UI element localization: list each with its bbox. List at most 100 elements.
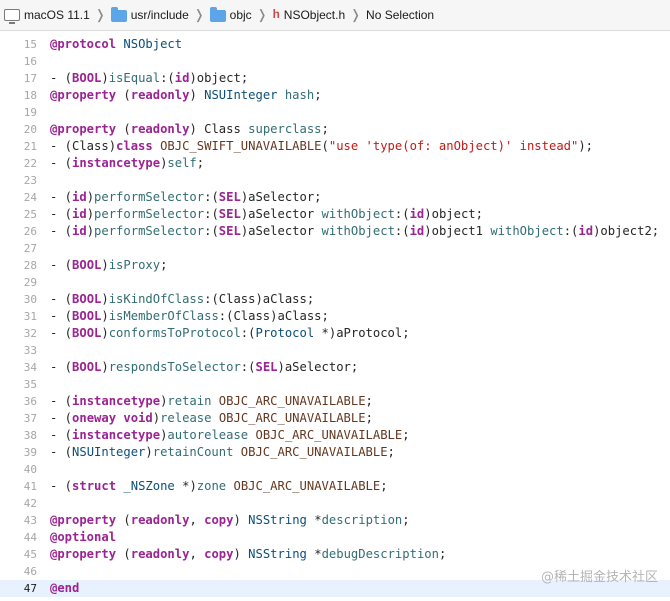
code-token: autorelease [167,428,249,442]
code-token: ) [101,360,109,374]
code-token: )aSelector; [240,190,322,204]
code-token: ; [402,428,410,442]
code-editor[interactable]: 15 @protocol NSObject 16 17- (BOOL)isEqual:… [0,32,670,601]
breadcrumb-label: No Selection [366,8,435,22]
code-line[interactable]: 42 [0,495,670,512]
code-token: void [123,411,153,425]
code-token: oneway [72,411,117,425]
breadcrumb-item[interactable]: No Selection [366,8,434,22]
code-token: isProxy [108,258,161,272]
code-line[interactable]: 21 - (Class)class OBJC_SWIFT_UNAVAILABLE(… [0,138,670,155]
code-token: readonly [130,513,190,527]
code-line[interactable]: 17 - (BOOL)isEqual:(id)object; [0,70,670,87]
code-line[interactable]: 16 [0,53,670,70]
code-text: - (Class)class OBJC_SWIFT_UNAVAILABLE("u… [50,138,593,155]
code-token: BOOL [72,292,102,306]
code-token: - ( [50,224,73,238]
breadcrumb-item[interactable]: usr/include [110,7,189,22]
code-token: id [174,71,190,85]
code-token: struct [72,479,117,493]
breadcrumb-item[interactable]: h NSObject.h [273,8,346,22]
code-token: ; [365,411,373,425]
code-line[interactable]: 27 [0,240,670,257]
code-token: isMemberOfClass [108,309,219,323]
code-token: withObject [321,207,395,221]
code-line[interactable]: 23 [0,172,670,189]
code-line[interactable]: 34 - (BOOL)respondsToSelector:(SEL)aSelec… [0,359,670,376]
code-line[interactable]: 37 - (oneway void)release OBJC_ARC_UNAVAI… [0,410,670,427]
code-line[interactable]: 26- (id)performSelector:(SEL)aSelector w… [0,223,670,240]
code-line[interactable]: 45 @property (readonly, copy) NSString *d… [0,546,670,563]
code-line[interactable]: 15 @protocol NSObject [0,36,670,53]
code-text: @optional [50,529,116,546]
code-line[interactable]: 33 [0,342,670,359]
code-token: - ( [50,394,73,408]
code-token: BOOL [72,309,102,323]
line-number: 39 [23,446,37,459]
code-token: ) [86,207,95,221]
code-line[interactable]: 39 - (NSUInteger)retainCount OBJC_ARC_UNA… [0,444,670,461]
code-token: NSUInteger [204,88,278,102]
code-line[interactable]: 19 [0,104,670,121]
code-token: debugDescription [321,547,439,561]
code-token: NSString [248,547,307,561]
code-line[interactable]: 35 [0,376,670,393]
code-line[interactable]: 44 @optional [0,529,670,546]
code-text: - (BOOL)isMemberOfClass:(Class)aClass; [50,308,329,325]
code-line[interactable]: 41 - (struct _NSZone *)zone OBJC_ARC_UNAV… [0,478,670,495]
code-line[interactable]: 36 - (instancetype)retain OBJC_ARC_UNAVAI… [0,393,670,410]
code-line[interactable]: 25- (id)performSelector:(SEL)aSelector w… [0,206,670,223]
code-token: ) [101,326,109,340]
code-line[interactable]: 43 @property (readonly, copy) NSString *d… [0,512,670,529]
code-token: - ( [50,479,73,493]
code-token: ) [233,513,249,527]
watermark: @稀土掘金技术社区 [540,570,658,585]
code-token: copy [204,513,234,527]
breadcrumb-item[interactable]: objc [209,7,252,22]
code-token: retainCount [152,445,234,459]
code-text: - (struct _NSZone *)zone OBJC_ARC_UNAVAI… [50,478,388,495]
code-line[interactable]: 22 - (instancetype)self; [0,155,670,172]
code-token: ) [101,292,109,306]
code-token: ) [101,258,109,272]
line-number: 17 [23,72,37,85]
code-line[interactable]: 32 - (BOOL)conformsToProtocol:(Protocol *… [0,325,670,342]
code-line[interactable]: 18 @property (readonly) NSUInteger hash; [0,87,670,104]
code-token: ) [86,190,95,204]
code-token: superclass [248,122,322,136]
breadcrumb-item[interactable]: macOS 11.1 [4,8,90,24]
code-token: performSelector [94,190,205,204]
code-token: readonly [130,547,190,561]
line-number: 33 [23,344,37,357]
code-line[interactable]: 40 [0,461,670,478]
code-token: Protocol [255,326,315,340]
code-line[interactable]: 29 [0,274,670,291]
code-text: - (BOOL)isKindOfClass:(Class)aClass; [50,291,314,308]
code-token: OBJC_SWIFT_UNAVAILABLE [160,139,322,153]
line-number: 20 [23,123,37,136]
code-line[interactable]: 24 - (id)performSelector:(SEL)aSelector; [0,189,670,206]
code-line[interactable]: 20 @property (readonly) Class superclass; [0,121,670,138]
code-token: ; [160,258,168,272]
code-token: - ( [50,411,73,425]
code-token: class [116,139,153,153]
code-text: - (NSUInteger)retainCount OBJC_ARC_UNAVA… [50,444,395,461]
code-token: ) Class [189,122,249,136]
code-token: ( [321,139,329,153]
chevron-right-icon: ❭ [193,7,205,22]
code-line[interactable]: 28 - (BOOL)isProxy; [0,257,670,274]
code-text: @protocol NSObject [50,36,182,53]
code-token: ) [101,309,109,323]
code-token: performSelector [94,224,205,238]
code-token: - ( [50,326,73,340]
line-number: 36 [23,395,37,408]
chevron-right-icon: ❭ [350,7,362,22]
line-number: 45 [23,548,37,561]
breadcrumb-label: macOS 11.1 [24,8,90,22]
line-number: 19 [23,106,37,119]
code-line[interactable]: 38 - (instancetype)autorelease OBJC_ARC_U… [0,427,670,444]
code-line[interactable]: 30 - (BOOL)isKindOfClass:(Class)aClass; [0,291,670,308]
code-line[interactable]: 31 - (BOOL)isMemberOfClass:(Class)aClass; [0,308,670,325]
code-token: ; [402,513,410,527]
